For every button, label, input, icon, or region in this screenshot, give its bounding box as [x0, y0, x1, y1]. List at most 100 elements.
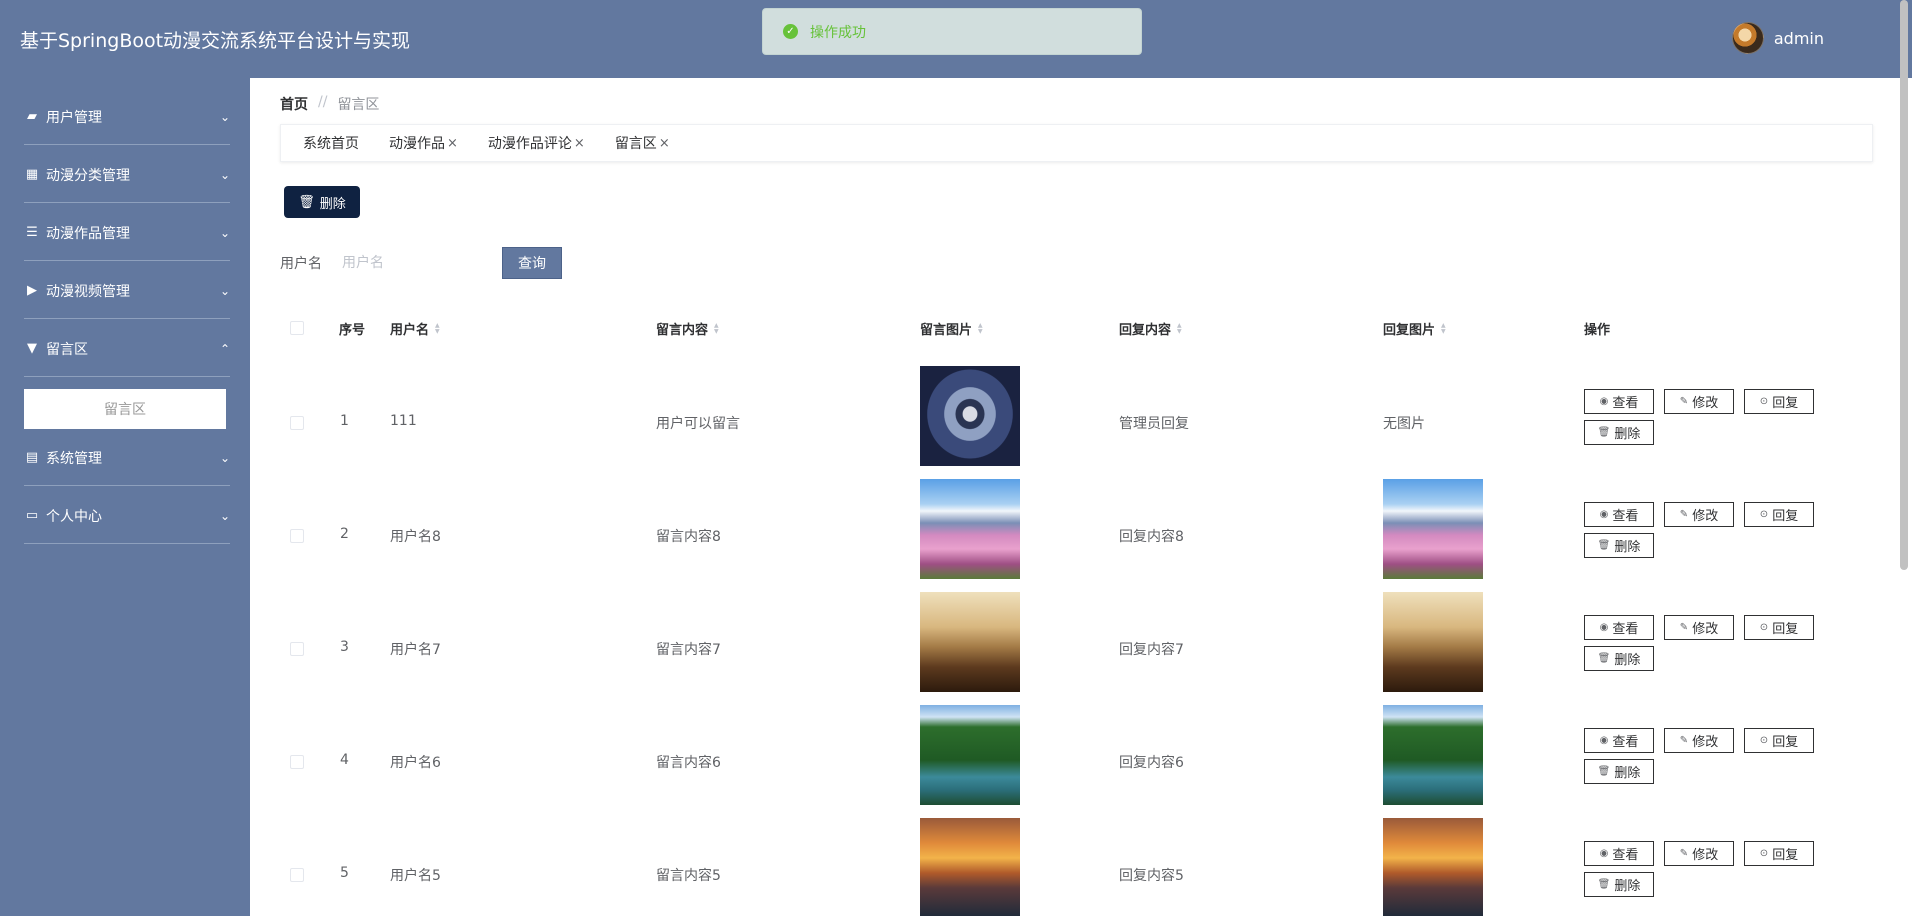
- cell-reply: 回复内容6: [1119, 755, 1184, 771]
- view-button[interactable]: ◉ 查看: [1584, 728, 1654, 753]
- select-all-checkbox[interactable]: [290, 321, 304, 335]
- vertical-scrollbar[interactable]: [1900, 0, 1908, 570]
- column-header-reply-image[interactable]: 回复图片 ▲ ▼: [1383, 319, 1446, 338]
- sidebar: ▰ 用户管理 ⌄ ▦ 动漫分类管理 ⌄ ☰ 动漫作品管理 ⌄ ▶ 动漫视频管理 …: [0, 78, 250, 916]
- tab-home[interactable]: 系统首页: [303, 133, 359, 153]
- cell-index: 5: [340, 865, 349, 881]
- reply-image[interactable]: [1383, 705, 1483, 805]
- row-checkbox[interactable]: [290, 868, 304, 882]
- cell-username: 用户名7: [390, 642, 441, 658]
- user-menu[interactable]: admin: [1731, 22, 1824, 54]
- delete-button[interactable]: 🗑 删除: [1584, 533, 1654, 558]
- close-icon[interactable]: ×: [659, 136, 670, 151]
- reply-button[interactable]: ⊙ 回复: [1744, 841, 1814, 866]
- cell-content: 留言内容6: [656, 755, 721, 771]
- sidebar-item-label: 用户管理: [46, 109, 102, 126]
- message-image[interactable]: [920, 479, 1020, 579]
- view-button[interactable]: ◉ 查看: [1584, 389, 1654, 414]
- cell-username: 111: [390, 413, 417, 429]
- cell-reply: 回复内容8: [1119, 529, 1184, 545]
- close-icon[interactable]: ×: [574, 136, 585, 151]
- delete-button[interactable]: 🗑 删除: [1584, 872, 1654, 897]
- pencil-icon: ✎: [1679, 735, 1689, 746]
- grid-icon: ▦: [25, 167, 39, 182]
- pencil-icon: ✎: [1679, 848, 1689, 859]
- column-header-username[interactable]: 用户名 ▲ ▼: [390, 319, 440, 338]
- sidebar-item-label: 动漫视频管理: [46, 283, 130, 300]
- view-button[interactable]: ◉ 查看: [1584, 502, 1654, 527]
- batch-delete-button[interactable]: 🗑 删除: [284, 186, 360, 218]
- chevron-down-icon: ⌄: [219, 283, 230, 298]
- row-checkbox[interactable]: [290, 755, 304, 769]
- chevron-down-icon: ⌄: [219, 109, 230, 124]
- sort-icon[interactable]: ▲ ▼: [978, 322, 983, 335]
- cell-content: 留言内容5: [656, 868, 721, 884]
- breadcrumb-home[interactable]: 首页: [280, 94, 308, 114]
- sort-icon[interactable]: ▲ ▼: [1177, 322, 1182, 335]
- column-header-index: 序号: [339, 323, 366, 338]
- sort-icon[interactable]: ▲ ▼: [1441, 322, 1446, 335]
- row-actions: ◉ 查看 ✎ 修改 ⊙ 回复 🗑 删除: [1584, 389, 1824, 445]
- row-actions: ◉ 查看 ✎ 修改 ⊙ 回复 🗑 删除: [1584, 502, 1824, 558]
- row-checkbox[interactable]: [290, 529, 304, 543]
- column-header-image[interactable]: 留言图片 ▲ ▼: [920, 319, 983, 338]
- tab-anime-comments[interactable]: 动漫作品评论 ×: [488, 133, 585, 153]
- tab-message-board[interactable]: 留言区 ×: [615, 133, 670, 153]
- table-header: 序号 用户名 ▲ ▼ 留言内容 ▲ ▼ 留言图片 ▲ ▼ 回复内容 ▲ ▼ 回复图片 ▲ ▼ 操作: [280, 303, 1840, 353]
- sidebar-item-video-management[interactable]: ▶ 动漫视频管理 ⌄: [24, 263, 230, 319]
- sidebar-item-system-management[interactable]: ▤ 系统管理 ⌄: [24, 430, 230, 486]
- tab-label: 留言区: [614, 136, 657, 152]
- message-image[interactable]: [920, 592, 1020, 692]
- sidebar-item-message-board[interactable]: ▼ 留言区 ⌃: [24, 321, 230, 377]
- edit-button[interactable]: ✎ 修改: [1664, 841, 1734, 866]
- cell-content: 留言内容7: [656, 642, 721, 658]
- delete-button[interactable]: 🗑 删除: [1584, 420, 1654, 445]
- reply-image[interactable]: [1383, 592, 1483, 692]
- column-header-reply[interactable]: 回复内容 ▲ ▼: [1119, 319, 1182, 338]
- row-checkbox[interactable]: [290, 642, 304, 656]
- eye-icon: ◉: [1599, 396, 1609, 407]
- row-checkbox[interactable]: [290, 416, 304, 430]
- username[interactable]: admin: [1774, 29, 1824, 48]
- message-image[interactable]: [920, 705, 1020, 805]
- column-header-content[interactable]: 留言内容 ▲ ▼: [656, 319, 719, 338]
- edit-button[interactable]: ✎ 修改: [1664, 502, 1734, 527]
- message-image[interactable]: [920, 818, 1020, 916]
- reply-button[interactable]: ⊙ 回复: [1744, 615, 1814, 640]
- view-button[interactable]: ◉ 查看: [1584, 841, 1654, 866]
- sidebar-item-works-management[interactable]: ☰ 动漫作品管理 ⌄: [24, 205, 230, 261]
- tab-label: 动漫作品评论: [487, 136, 572, 152]
- reply-button[interactable]: ⊙ 回复: [1744, 502, 1814, 527]
- view-button[interactable]: ◉ 查看: [1584, 615, 1654, 640]
- card-icon: ▭: [25, 508, 39, 523]
- reply-button[interactable]: ⊙ 回复: [1744, 389, 1814, 414]
- sidebar-item-user-management[interactable]: ▰ 用户管理 ⌄: [24, 89, 230, 145]
- sidebar-item-category-management[interactable]: ▦ 动漫分类管理 ⌄: [24, 147, 230, 203]
- pencil-icon: ✎: [1679, 509, 1689, 520]
- username-search-input[interactable]: [342, 248, 502, 278]
- edit-button[interactable]: ✎ 修改: [1664, 389, 1734, 414]
- trash-icon: 🗑: [1597, 653, 1611, 664]
- cell-reply: 管理员回复: [1119, 416, 1189, 432]
- table-row: 2 用户名8 留言内容8 回复内容8 ◉ 查看 ✎ 修改 ⊙ 回复 🗑 删除: [280, 479, 1840, 592]
- sort-icon[interactable]: ▲ ▼: [435, 322, 440, 335]
- close-icon[interactable]: ×: [447, 136, 458, 151]
- sidebar-item-personal-center[interactable]: ▭ 个人中心 ⌄: [24, 488, 230, 544]
- delete-button[interactable]: 🗑 删除: [1584, 646, 1654, 671]
- edit-button[interactable]: ✎ 修改: [1664, 728, 1734, 753]
- trash-icon: 🗑: [1597, 766, 1611, 777]
- tab-anime-works[interactable]: 动漫作品 ×: [389, 133, 458, 153]
- submenu-item-message-board[interactable]: 留言区: [24, 389, 226, 429]
- edit-button[interactable]: ✎ 修改: [1664, 615, 1734, 640]
- eye-icon: ◉: [1599, 735, 1609, 746]
- delete-button[interactable]: 🗑 删除: [1584, 759, 1654, 784]
- reply-image[interactable]: [1383, 818, 1483, 916]
- message-image[interactable]: [920, 366, 1020, 466]
- sort-icon[interactable]: ▲ ▼: [714, 322, 719, 335]
- query-button[interactable]: 查询: [502, 247, 562, 279]
- eye-icon: ◉: [1599, 622, 1609, 633]
- avatar[interactable]: [1731, 22, 1764, 54]
- reply-button[interactable]: ⊙ 回复: [1744, 728, 1814, 753]
- reply-image[interactable]: [1383, 479, 1483, 579]
- search-form: 用户名 查询: [280, 247, 562, 279]
